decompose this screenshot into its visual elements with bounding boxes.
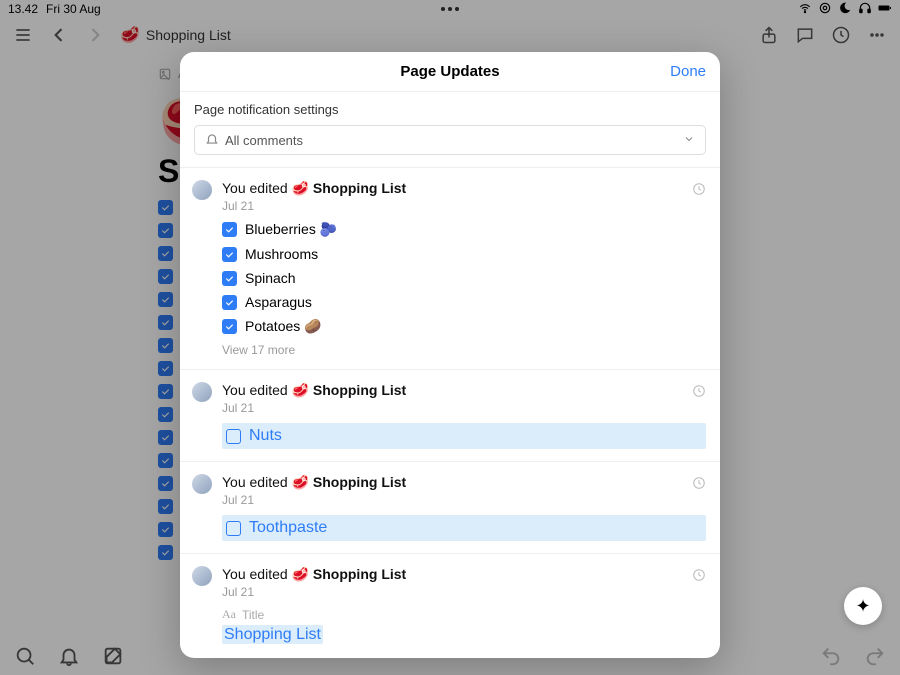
avatar	[192, 474, 212, 494]
update-items: Blueberries 🫐 Mushrooms Spinach Asparagus Po…	[222, 221, 706, 335]
list-item: Potatoes 🥔	[222, 318, 706, 335]
update-items: Nuts	[222, 423, 706, 449]
update-heading: You edited 🥩 Shopping List	[222, 180, 706, 197]
chevron-down-icon	[683, 133, 695, 148]
update-entry: You edited 🥩 Shopping List Jul 21 Nuts	[180, 370, 720, 462]
update-heading: You edited 🥩 Shopping List	[222, 566, 706, 583]
page-updates-modal: Page Updates Done Page notification sett…	[180, 52, 720, 658]
bell-icon	[205, 132, 219, 149]
modal-header: Page Updates Done	[180, 52, 720, 92]
list-item: Mushrooms	[222, 246, 706, 262]
item-label: Mushrooms	[245, 246, 318, 262]
clock-icon[interactable]	[692, 384, 706, 403]
clock-icon[interactable]	[692, 182, 706, 201]
list-item: Nuts	[222, 423, 706, 449]
list-item: Blueberries 🫐	[222, 221, 706, 238]
update-entry: You edited 🥩 Shopping List Jul 21 Toothpas…	[180, 462, 720, 554]
settings-select[interactable]: All comments	[194, 125, 706, 155]
update-date: Jul 21	[222, 585, 706, 599]
update-entry: You edited 🥩 Shopping List Jul 21 AaTitle S…	[180, 554, 720, 656]
update-heading: You edited 🥩 Shopping List	[222, 474, 706, 491]
item-label: Toothpaste	[249, 519, 327, 537]
title-value: Shopping List	[222, 625, 323, 644]
item-label: Asparagus	[245, 294, 312, 310]
view-more-link[interactable]: View 17 more	[222, 343, 706, 357]
list-item: Spinach	[222, 270, 706, 286]
update-heading: You edited 🥩 Shopping List	[222, 382, 706, 399]
checkbox-icon	[222, 319, 237, 334]
settings-value: All comments	[225, 133, 303, 148]
modal-body[interactable]: Page notification settings All comments …	[180, 92, 720, 658]
ai-fab[interactable]: ✦	[844, 587, 882, 625]
done-button[interactable]: Done	[670, 63, 706, 80]
clock-icon[interactable]	[692, 476, 706, 495]
checkbox-icon	[222, 222, 237, 237]
item-label: Blueberries 🫐	[245, 221, 337, 238]
item-label: Potatoes 🥔	[245, 318, 322, 335]
avatar	[192, 382, 212, 402]
avatar	[192, 180, 212, 200]
item-label: Nuts	[249, 427, 282, 445]
checkbox-icon	[222, 247, 237, 262]
update-date: Jul 21	[222, 493, 706, 507]
checkbox-icon	[222, 271, 237, 286]
title-hint: AaTitle	[222, 607, 706, 622]
item-label: Spinach	[245, 270, 296, 286]
sparkle-icon: ✦	[855, 596, 870, 617]
app-root: 13.42 Fri 30 Aug 🥩 Shopping List A	[0, 0, 900, 675]
checkbox-icon	[226, 521, 241, 536]
checkbox-icon	[222, 295, 237, 310]
update-date: Jul 21	[222, 199, 706, 213]
notification-settings: Page notification settings All comments	[180, 92, 720, 168]
update-date: Jul 21	[222, 401, 706, 415]
checkbox-icon	[226, 429, 241, 444]
avatar	[192, 566, 212, 586]
settings-label: Page notification settings	[194, 102, 706, 117]
clock-icon[interactable]	[692, 568, 706, 587]
update-entry: You edited 🥩 Shopping List Jul 21 Blueberr…	[180, 168, 720, 370]
list-item: Toothpaste	[222, 515, 706, 541]
update-items: Toothpaste	[222, 515, 706, 541]
list-item: Asparagus	[222, 294, 706, 310]
modal-title: Page Updates	[400, 63, 499, 80]
